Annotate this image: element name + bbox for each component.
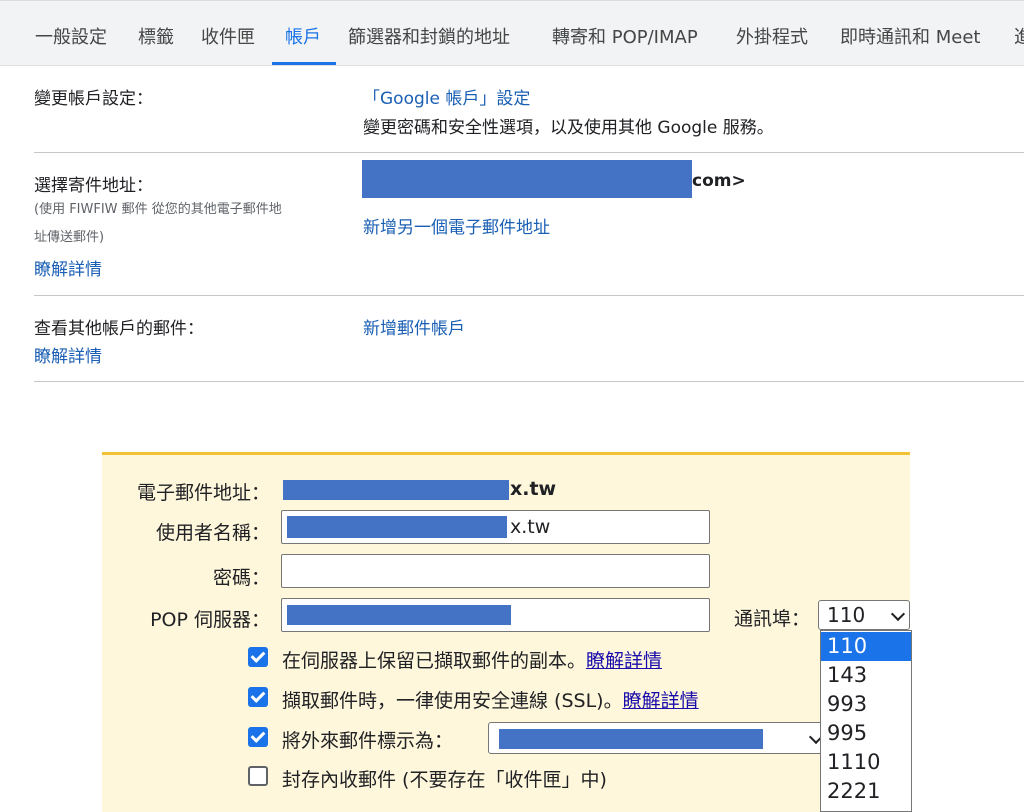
tab-chat-meet[interactable]: 即時通訊和 Meet	[840, 1, 980, 65]
incoming-label-select[interactable]	[488, 722, 828, 754]
chevron-down-icon	[890, 606, 906, 622]
pop-account-dialog	[102, 452, 910, 812]
row-divider	[34, 295, 1024, 296]
tab-addons[interactable]: 外掛程式	[736, 1, 808, 65]
email-address-tail: x.tw	[510, 478, 557, 500]
tab-inbox[interactable]: 收件匣	[201, 1, 255, 65]
port-selected-value: 110	[827, 603, 866, 627]
sender-address-tail: com>	[692, 171, 746, 191]
port-option[interactable]: 1110	[821, 748, 911, 777]
port-dropdown-list: 110 143 993 995 1110 2221	[820, 630, 912, 812]
always-ssl-checkbox[interactable]	[248, 687, 268, 707]
keep-copy-checkbox[interactable]	[248, 647, 268, 667]
port-select[interactable]: 110	[818, 600, 910, 630]
port-label: 通訊埠：	[733, 608, 810, 630]
redacted-pop-server	[287, 605, 511, 625]
label-incoming-label: 將外來郵件標示為：	[282, 730, 454, 752]
redacted-email-address	[283, 480, 509, 500]
add-email-address-link[interactable]: 新增另一個電子郵件地址	[363, 213, 550, 238]
port-option[interactable]: 993	[821, 690, 911, 719]
port-option[interactable]: 143	[821, 661, 911, 690]
archive-incoming-label: 封存內收郵件 (不要存在「收件匣」中)	[282, 769, 607, 791]
username-label: 使用者名稱：	[155, 522, 270, 544]
pop-server-input[interactable]	[281, 598, 710, 632]
port-option[interactable]: 2221	[821, 777, 911, 806]
tab-filters[interactable]: 篩選器和封鎖的地址	[348, 1, 510, 65]
keep-copy-learn-more-link[interactable]: 瞭解詳情	[586, 650, 662, 672]
send-as-help-line2: 址傳送郵件)	[34, 230, 105, 245]
pop-server-label: POP 伺服器：	[150, 609, 270, 631]
send-as-learn-more-link[interactable]: 瞭解詳情	[34, 255, 102, 280]
row-divider	[34, 381, 1024, 382]
tab-labels[interactable]: 標籤	[138, 1, 174, 65]
tab-forwarding-pop-imap[interactable]: 轉寄和 POP/IMAP	[552, 1, 698, 65]
label-incoming-checkbox[interactable]	[248, 727, 268, 747]
change-account-settings-label: 變更帳戶設定：	[34, 89, 153, 109]
port-option[interactable]: 995	[821, 719, 911, 748]
account-settings-description: 變更密碼和安全性選項，以及使用其他 Google 服務。	[363, 118, 774, 138]
redacted-username	[287, 516, 507, 538]
username-input[interactable]: x.tw	[281, 510, 710, 544]
check-mail-learn-more-link[interactable]: 瞭解詳情	[34, 342, 102, 367]
always-ssl-learn-more-link[interactable]: 瞭解詳情	[623, 690, 699, 712]
email-address-label: 電子郵件地址：	[136, 482, 270, 504]
active-tab-indicator	[272, 62, 336, 65]
archive-incoming-checkbox[interactable]	[248, 766, 268, 786]
keep-copy-option: 在伺服器上保留已擷取郵件的副本。瞭解詳情	[282, 646, 662, 673]
password-label: 密碼：	[212, 567, 270, 589]
keep-copy-label: 在伺服器上保留已擷取郵件的副本。	[282, 650, 587, 672]
tab-accounts[interactable]: 帳戶	[285, 1, 321, 65]
send-as-help-line1: (使用 FIWFIW 郵件 從您的其他電子郵件地	[34, 202, 282, 217]
row-divider	[34, 152, 1024, 153]
send-as-label: 選擇寄件地址：	[34, 176, 153, 196]
username-value-tail: x.tw	[510, 516, 551, 538]
always-ssl-option: 擷取郵件時，一律使用安全連線 (SSL)。瞭解詳情	[282, 686, 699, 713]
always-ssl-label: 擷取郵件時，一律使用安全連線 (SSL)。	[282, 690, 623, 712]
redacted-sender-address	[362, 160, 692, 198]
tab-general[interactable]: 一般設定	[35, 1, 107, 65]
password-input[interactable]	[281, 554, 710, 588]
settings-tab-bar: 一般設定 標籤 收件匣 帳戶 篩選器和封鎖的地址 轉寄和 POP/IMAP 外掛…	[0, 0, 1024, 66]
google-account-settings-link[interactable]: 「Google 帳戶」設定	[363, 84, 530, 109]
port-option[interactable]: 110	[821, 632, 911, 661]
tab-advanced[interactable]: 進	[1014, 1, 1024, 65]
add-mail-account-link[interactable]: 新增郵件帳戶	[363, 314, 465, 339]
check-mail-label: 查看其他帳戶的郵件：	[34, 319, 204, 339]
redacted-label-name	[499, 729, 763, 749]
